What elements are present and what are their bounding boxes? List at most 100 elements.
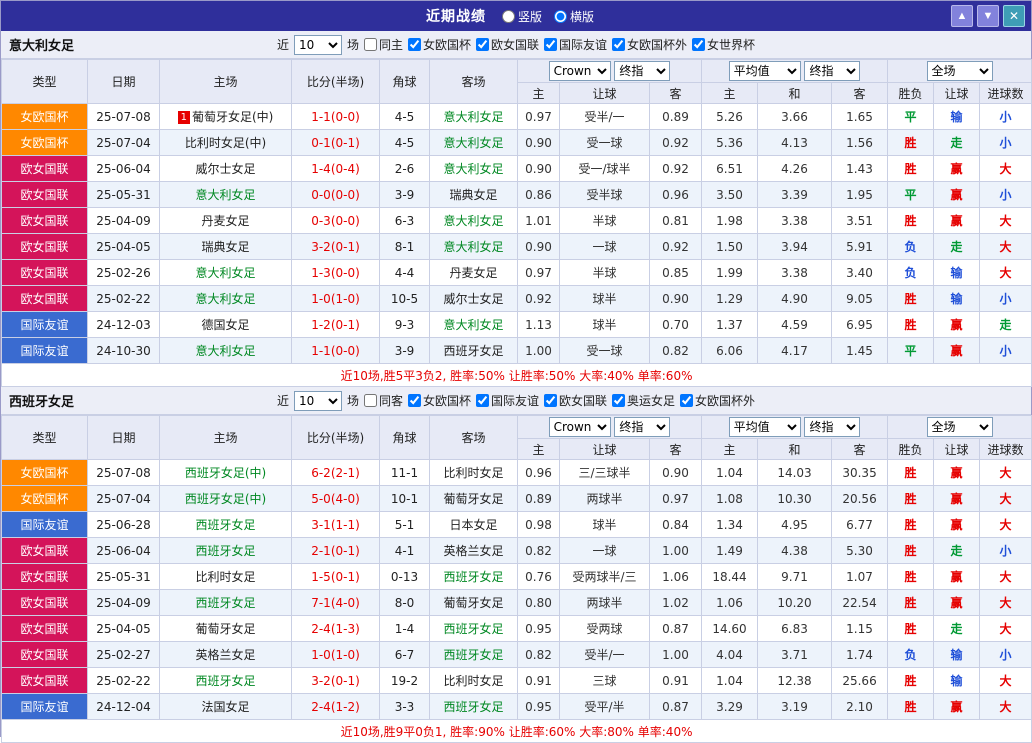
checkbox-label: 国际友谊 xyxy=(559,38,608,52)
sub-header-avg-draw: 和 xyxy=(757,438,833,460)
move-up-button[interactable]: ▲ xyxy=(951,5,973,27)
average-odds-type-select[interactable]: 终指 xyxy=(804,61,861,81)
match-date: 24-10-30 xyxy=(87,337,160,364)
corner-score: 3-9 xyxy=(379,337,430,364)
league-checkbox[interactable]: 奥运女足 xyxy=(612,392,675,409)
league-badge: 国际友谊 xyxy=(1,693,88,720)
average-odds-group: 平均值 终指 xyxy=(701,59,889,83)
corner-score: 4-5 xyxy=(379,129,430,156)
average-odds-type-select[interactable]: 终指 xyxy=(804,417,861,437)
result-handicap: 赢 xyxy=(933,589,981,616)
league-checkbox[interactable]: 女欧国杯外 xyxy=(612,36,687,53)
league-checkbox[interactable]: 国际友谊 xyxy=(476,392,539,409)
league-checkbox-input[interactable] xyxy=(692,38,706,51)
layout-vertical-input[interactable] xyxy=(501,9,515,23)
avg-draw-odds: 4.90 xyxy=(757,285,833,312)
recent-count-select[interactable]: 10 xyxy=(293,390,342,411)
team-label: 葡萄牙女足 xyxy=(443,492,504,506)
league-checkbox-input[interactable] xyxy=(612,394,626,407)
home-team: 英格兰女足 xyxy=(159,641,292,668)
book-home-odds: 0.82 xyxy=(517,641,560,668)
scope-select[interactable]: 全场 xyxy=(926,61,993,81)
result-handicap: 赢 xyxy=(933,511,981,538)
col-header-corner: 角球 xyxy=(379,59,430,104)
match-score: 2-4(1-2) xyxy=(291,693,380,720)
league-checkbox-input[interactable] xyxy=(407,394,421,407)
match-row: 女欧国杯 25-07-04 比利时女足(中) 0-1(0-1) 4-5 意大利女足 0.90… xyxy=(1,129,1032,156)
match-date: 25-04-05 xyxy=(87,615,160,642)
move-down-button[interactable]: ▼ xyxy=(977,5,999,27)
same-venue-checkbox-input[interactable] xyxy=(363,38,377,51)
league-checkbox[interactable]: 欧女国联 xyxy=(544,392,607,409)
team-label: 意大利女足 xyxy=(195,266,256,280)
layout-horizontal-input[interactable] xyxy=(554,9,567,23)
league-checkbox-input[interactable] xyxy=(544,394,558,407)
result-handicap: 赢 xyxy=(933,181,981,208)
league-checkbox-input[interactable] xyxy=(476,394,489,407)
scope-select[interactable]: 全场 xyxy=(926,417,993,437)
league-checkbox[interactable]: 女欧国杯 xyxy=(407,36,471,53)
avg-away-odds: 22.54 xyxy=(831,589,889,616)
games-label: 场 xyxy=(346,38,359,52)
avg-draw-odds: 3.38 xyxy=(757,207,833,234)
book-away-odds: 0.81 xyxy=(648,207,703,234)
header-group-row: 类型 日期 主场 比分(半场) 角球 客场 Crown 终指 平均值 终指 全场 xyxy=(1,415,1032,460)
checkbox-label: 女欧国杯外 xyxy=(695,394,756,408)
away-team: 葡萄牙女足 xyxy=(429,485,518,512)
average-select[interactable]: 平均值 xyxy=(728,61,801,81)
book-away-odds: 0.91 xyxy=(648,667,703,694)
match-date: 25-07-08 xyxy=(87,103,160,130)
team-label: 意大利女足 xyxy=(195,188,256,202)
bookmaker-odds-type-select[interactable]: 终指 xyxy=(614,417,671,437)
layout-vertical-radio[interactable]: 竖版 xyxy=(501,8,542,25)
league-checkbox-input[interactable] xyxy=(612,38,626,51)
team-label: 威尔士女足 xyxy=(195,162,256,176)
up-arrow-icon: ▲ xyxy=(956,10,968,22)
league-checkbox-input[interactable] xyxy=(476,38,489,51)
avg-draw-odds: 9.71 xyxy=(757,563,833,590)
league-checkbox[interactable]: 女世界杯 xyxy=(692,36,755,53)
checkbox-label: 欧女国联 xyxy=(491,38,540,52)
league-checkbox[interactable]: 女欧国杯 xyxy=(407,392,471,409)
corner-score: 6-7 xyxy=(379,641,430,668)
sub-header-handicap-result: 让球 xyxy=(933,438,981,460)
recent-count-select[interactable]: 10 xyxy=(293,34,342,55)
book-away-odds: 0.82 xyxy=(648,337,703,364)
league-checkbox[interactable]: 国际友谊 xyxy=(544,36,607,53)
checkbox-label: 女欧国杯外 xyxy=(627,38,688,52)
sub-header-book-handicap: 让球 xyxy=(559,82,650,104)
league-checkbox[interactable]: 欧女国联 xyxy=(476,36,539,53)
games-label: 场 xyxy=(346,394,359,408)
league-checkbox-input[interactable] xyxy=(680,394,694,407)
book-handicap: 半球 xyxy=(559,259,650,286)
home-team: 德国女足 xyxy=(159,311,292,338)
close-button[interactable]: ✕ xyxy=(1003,5,1025,27)
same-venue-checkbox[interactable]: 同客 xyxy=(363,392,403,409)
match-row: 欧女国联 25-04-09 丹麦女足 0-3(0-0) 6-3 意大利女足 1.01 半球 0.… xyxy=(1,207,1032,234)
book-away-odds: 0.92 xyxy=(648,233,703,260)
league-checkbox-input[interactable] xyxy=(544,38,558,51)
match-row: 欧女国联 25-04-09 西班牙女足 7-1(4-0) 8-0 葡萄牙女足 0.80 两球半… xyxy=(1,589,1032,616)
layout-horizontal-radio[interactable]: 横版 xyxy=(554,8,594,25)
book-away-odds: 0.84 xyxy=(648,511,703,538)
checkbox-label: 国际友谊 xyxy=(491,394,540,408)
same-venue-checkbox-input[interactable] xyxy=(363,394,377,407)
match-row: 欧女国联 25-02-22 西班牙女足 3-2(0-1) 19-2 比利时女足 0.91 三球… xyxy=(1,667,1032,694)
bookmaker-select[interactable]: Crown xyxy=(548,61,611,81)
bookmaker-select[interactable]: Crown xyxy=(548,417,611,437)
match-score: 0-3(0-0) xyxy=(291,207,380,234)
result-handicap: 输 xyxy=(933,641,981,668)
team-label: 法国女足 xyxy=(201,700,250,714)
team-label: 比利时女足 xyxy=(195,570,256,584)
result-handicap: 赢 xyxy=(933,311,981,338)
result-goals: 大 xyxy=(979,259,1032,286)
book-away-odds: 0.92 xyxy=(648,155,703,182)
league-badge: 国际友谊 xyxy=(1,311,88,338)
league-checkbox[interactable]: 女欧国杯外 xyxy=(680,392,755,409)
summary-text: 近10场,胜5平3负2, 胜率:50% 让胜率:50% 大率:40% 单率:60… xyxy=(0,363,1032,387)
same-venue-checkbox[interactable]: 同主 xyxy=(363,36,403,53)
average-select[interactable]: 平均值 xyxy=(728,417,801,437)
bookmaker-odds-type-select[interactable]: 终指 xyxy=(614,61,671,81)
league-checkbox-input[interactable] xyxy=(407,38,421,51)
sub-header-book-away: 客 xyxy=(648,82,703,104)
